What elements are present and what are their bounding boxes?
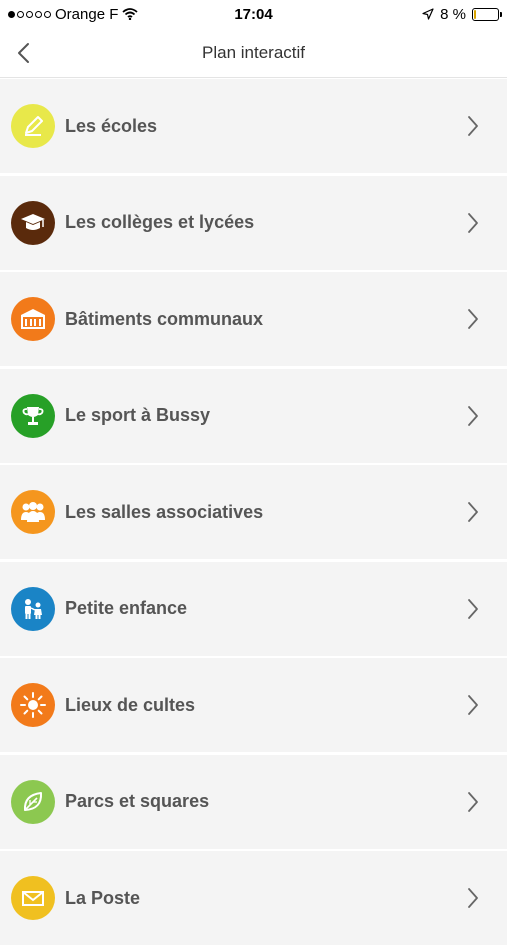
list-item-label: Bâtiments communaux (65, 308, 264, 329)
list-item-label: Le sport à Bussy (65, 405, 211, 425)
chevron-right-icon (463, 693, 483, 717)
building-icon (11, 297, 55, 341)
battery-level (474, 9, 476, 19)
chevron-right-icon (463, 404, 483, 428)
chevron-right-icon (463, 886, 483, 910)
wifi-icon (122, 8, 138, 20)
list-item-parcs[interactable]: Parcs et squares (0, 754, 507, 849)
graduation-cap-icon (11, 200, 55, 245)
chevron-right-icon (463, 307, 483, 331)
location-arrow-icon (422, 8, 434, 20)
battery-percent: 8 % (440, 5, 466, 23)
list-item-label: La Poste (65, 887, 141, 908)
sun-icon (11, 683, 55, 727)
status-left: Orange F (8, 6, 138, 23)
list-item-sport[interactable]: Le sport à Bussy (0, 368, 507, 463)
back-button[interactable] (10, 38, 36, 68)
chevron-right-icon (463, 211, 483, 235)
battery-icon (472, 7, 502, 21)
list-item-petite-enfance[interactable]: Petite enfance (0, 561, 507, 656)
list-item-label: Parcs et squares (65, 791, 210, 811)
list-item-poste[interactable]: La Poste (0, 851, 507, 945)
chevron-right-icon (463, 597, 483, 621)
navigation-bar: Plan interactif (0, 28, 507, 78)
list-item-label: Les salles associatives (65, 501, 264, 522)
chevron-left-icon (18, 43, 29, 63)
envelope-icon (11, 876, 55, 920)
list-item-label: Les collèges et lycées (65, 212, 255, 232)
category-list: Les écoles Les collèges et lycées Bâtime… (0, 79, 507, 948)
page-title: Plan interactif (202, 42, 305, 62)
status-right: 8 % (422, 5, 502, 23)
family-icon (11, 586, 55, 631)
chevron-right-icon (463, 500, 483, 524)
chevron-right-icon (463, 790, 483, 814)
list-item-colleges-lycees[interactable]: Les collèges et lycées (0, 175, 507, 270)
list-item-batiments[interactable]: Bâtiments communaux (0, 272, 507, 366)
carrier-label: Orange F (55, 5, 119, 23)
leaf-icon (11, 779, 55, 824)
list-item-salles[interactable]: Les salles associatives (0, 465, 507, 559)
list-item-label: Lieux de cultes (65, 694, 196, 715)
list-item-label: Les écoles (65, 115, 158, 136)
list-item-label: Petite enfance (65, 598, 188, 618)
chevron-right-icon (463, 114, 483, 138)
list-item-ecoles[interactable]: Les écoles (0, 79, 507, 173)
pencil-icon (11, 104, 55, 148)
status-bar: Orange F 17:04 8 % (0, 0, 507, 28)
signal-strength-icon (8, 10, 51, 18)
trophy-icon (11, 393, 55, 438)
people-group-icon (11, 490, 55, 534)
list-item-cultes[interactable]: Lieux de cultes (0, 658, 507, 752)
